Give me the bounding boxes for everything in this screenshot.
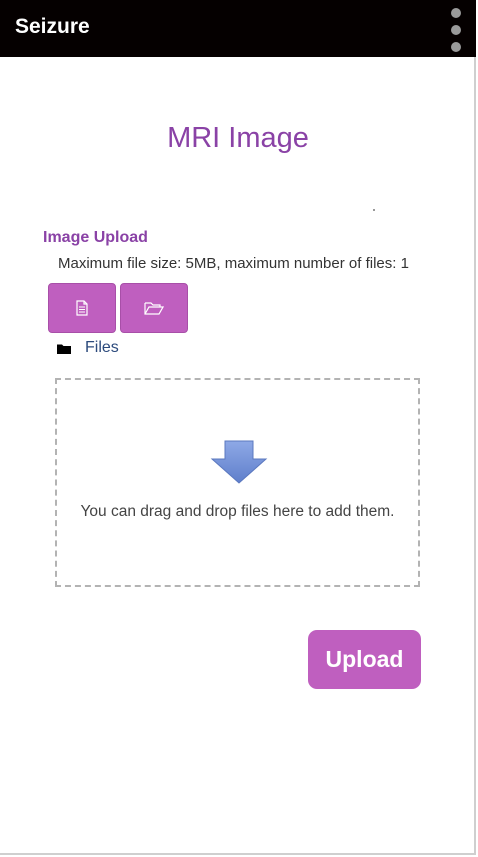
add-file-button[interactable] (48, 283, 116, 333)
down-arrow-icon (210, 440, 268, 484)
app-title: Seizure (15, 15, 90, 38)
upload-button[interactable]: Upload (308, 630, 421, 689)
app-frame: Seizure MRI Image Image Upload Maximum f… (0, 0, 476, 855)
menu-dot (451, 42, 461, 52)
dropzone-instructions: You can drag and drop files here to add … (80, 503, 395, 520)
app-bar: Seizure (0, 0, 476, 57)
page-title: MRI Image (167, 122, 309, 154)
file-limits-text: Maximum file size: 5MB, maximum number o… (58, 255, 409, 272)
folder-open-icon (144, 302, 164, 315)
document-icon (76, 300, 88, 316)
image-upload-label: Image Upload (43, 229, 148, 246)
menu-dot (451, 25, 461, 35)
files-tree-row: Files (57, 338, 119, 358)
folder-icon (57, 344, 71, 354)
create-folder-button[interactable] (120, 283, 188, 333)
overflow-menu-icon[interactable] (450, 8, 462, 52)
file-dropzone[interactable]: You can drag and drop files here to add … (55, 378, 420, 587)
files-folder-link[interactable]: Files (85, 339, 119, 357)
menu-dot (451, 8, 461, 18)
divider-dot (373, 209, 375, 211)
